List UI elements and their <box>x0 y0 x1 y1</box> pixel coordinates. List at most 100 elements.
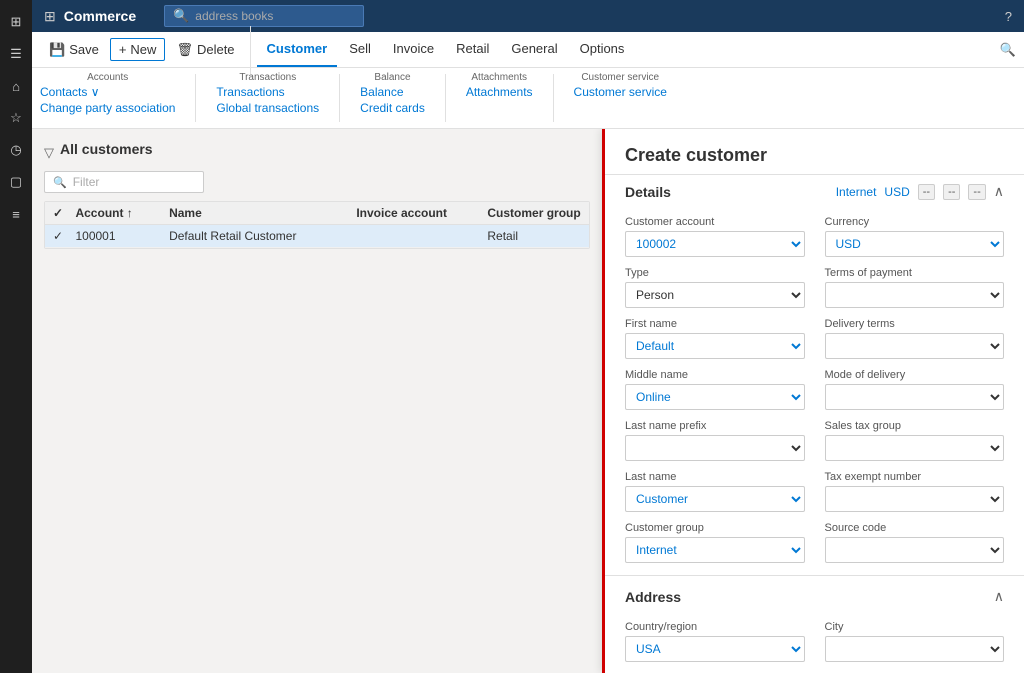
city-select[interactable] <box>825 636 1005 662</box>
credit-cards-link[interactable]: Credit cards <box>360 101 425 115</box>
col-invoice-header[interactable]: Invoice account <box>356 206 487 220</box>
first-name-select[interactable]: Default <box>625 333 805 359</box>
source-code-label: Source code <box>825 522 1005 534</box>
country-select[interactable]: USA <box>625 636 805 662</box>
row-name: Default Retail Customer <box>169 229 356 243</box>
app-name: Commerce <box>64 8 136 24</box>
tab-general[interactable]: General <box>501 32 567 67</box>
country-field: Country/region USA <box>625 621 805 662</box>
tax-exempt-label: Tax exempt number <box>825 471 1005 483</box>
delivery-terms-label: Delivery terms <box>825 318 1005 330</box>
delete-button[interactable]: 🗑 Delete <box>167 38 243 62</box>
details-action-btn-2[interactable]: -- <box>943 184 960 200</box>
sidebar-menu-icon[interactable]: ☰ <box>2 40 30 68</box>
ribbon-group-balance: Balance Balance Credit cards <box>360 72 425 115</box>
contacts-link[interactable]: Contacts ∨ <box>40 85 175 99</box>
type-select[interactable]: Person <box>625 282 805 308</box>
ribbon-action-bar: Accounts Contacts ∨ Change party associa… <box>32 68 1024 128</box>
sidebar-list-icon[interactable]: ≡ <box>2 200 30 228</box>
last-name-prefix-select[interactable] <box>625 435 805 461</box>
type-label: Type <box>625 267 805 279</box>
sales-tax-group-field: Sales tax group <box>825 420 1005 461</box>
change-party-link[interactable]: Change party association <box>40 101 175 115</box>
ribbon-divider-4 <box>445 74 446 122</box>
tab-retail[interactable]: Retail <box>446 32 499 67</box>
sales-tax-group-label: Sales tax group <box>825 420 1005 432</box>
customer-service-link[interactable]: Customer service <box>574 85 667 99</box>
col-account-header[interactable]: Account ↑ <box>75 206 169 220</box>
title-bar: ⊞ Commerce 🔍 ? <box>32 0 1024 32</box>
app-grid-icon[interactable]: ⊞ <box>44 8 56 25</box>
form-panel: Create customer Details Internet USD -- … <box>602 129 1024 673</box>
internet-link[interactable]: Internet <box>836 185 877 199</box>
last-name-select[interactable]: Customer <box>625 486 805 512</box>
table-row[interactable]: ✓ 100001 Default Retail Customer Retail <box>45 225 589 248</box>
transactions-link[interactable]: Transactions <box>216 85 319 99</box>
tab-invoice[interactable]: Invoice <box>383 32 444 67</box>
sidebar-home-icon[interactable]: ⌂ <box>2 72 30 100</box>
sidebar-grid-icon[interactable]: ⊞ <box>2 8 30 36</box>
col-name-header[interactable]: Name <box>169 206 356 220</box>
sidebar-history-icon[interactable]: ◷ <box>2 136 30 164</box>
ribbon-group-attachments: Attachments Attachments <box>466 72 533 99</box>
details-section-actions: Internet USD -- -- -- ∧ <box>836 183 1004 200</box>
mode-delivery-select[interactable] <box>825 384 1005 410</box>
tax-exempt-select[interactable] <box>825 486 1005 512</box>
first-name-field: First name Default <box>625 318 805 359</box>
sidebar-star-icon[interactable]: ☆ <box>2 104 30 132</box>
new-button[interactable]: + New <box>110 38 166 61</box>
tab-customer[interactable]: Customer <box>257 32 338 67</box>
terms-payment-select[interactable] <box>825 282 1005 308</box>
middle-name-select[interactable]: Online <box>625 384 805 410</box>
currency-select[interactable]: USD <box>825 231 1005 257</box>
balance-link[interactable]: Balance <box>360 85 425 99</box>
details-action-btn-1[interactable]: -- <box>918 184 935 200</box>
last-name-prefix-label: Last name prefix <box>625 420 805 432</box>
customer-account-select[interactable]: 100002 <box>625 231 805 257</box>
customer-group-select[interactable]: Internet <box>625 537 805 563</box>
usd-link[interactable]: USD <box>884 185 909 199</box>
city-label: City <box>825 621 1005 633</box>
customer-service-group-label: Customer service <box>574 72 667 83</box>
balance-group-label: Balance <box>360 72 425 83</box>
row-group: Retail <box>487 229 581 243</box>
details-collapse-icon[interactable]: ∧ <box>994 183 1004 200</box>
customer-account-label: Customer account <box>625 216 805 228</box>
source-code-select[interactable] <box>825 537 1005 563</box>
ribbon-group-accounts: Accounts Contacts ∨ Change party associa… <box>40 72 175 115</box>
ribbon-search-icon[interactable]: 🔍 <box>1000 42 1016 58</box>
filter-toggle-icon[interactable]: ▽ <box>44 145 54 161</box>
delivery-terms-field: Delivery terms <box>825 318 1005 359</box>
save-button[interactable]: 💾 Save <box>40 38 108 62</box>
tab-sell[interactable]: Sell <box>339 32 381 67</box>
address-collapse-icon[interactable]: ∧ <box>994 588 1004 605</box>
global-transactions-link[interactable]: Global transactions <box>216 101 319 115</box>
help-icon[interactable]: ? <box>1005 9 1012 24</box>
search-input[interactable] <box>195 9 345 23</box>
customer-group-label: Customer group <box>625 522 805 534</box>
table-header: ✓ Account ↑ Name Invoice account Custome… <box>45 202 589 225</box>
transactions-group-label: Transactions <box>216 72 319 83</box>
save-icon: 💾 <box>49 42 65 58</box>
row-account: 100001 <box>75 229 169 243</box>
search-box[interactable]: 🔍 <box>164 5 364 27</box>
row-check: ✓ <box>53 229 75 243</box>
delivery-terms-select[interactable] <box>825 333 1005 359</box>
address-form-body: Country/region USA City ZIP/postal code <box>605 613 1024 673</box>
terms-payment-field: Terms of payment <box>825 267 1005 308</box>
filter-search-icon: 🔍 <box>53 176 67 189</box>
sales-tax-group-select[interactable] <box>825 435 1005 461</box>
details-section-header: Details Internet USD -- -- -- ∧ <box>605 175 1024 208</box>
customer-group-field: Customer group Internet <box>625 522 805 563</box>
currency-label: Currency <box>825 216 1005 228</box>
filter-input[interactable] <box>73 175 193 189</box>
ribbon-divider-1 <box>250 26 251 74</box>
tab-options[interactable]: Options <box>570 32 635 67</box>
col-group-header[interactable]: Customer group <box>487 206 581 220</box>
attachments-link[interactable]: Attachments <box>466 85 533 99</box>
details-action-btn-3[interactable]: -- <box>968 184 985 200</box>
ribbon: 💾 Save + New 🗑 Delete Customer Sell Invo… <box>32 32 1024 129</box>
content-wrapper: ▽ All customers 🔍 ✓ Account ↑ Name Invoi… <box>32 129 1024 673</box>
middle-name-field: Middle name Online <box>625 369 805 410</box>
sidebar-square-icon[interactable]: ▢ <box>2 168 30 196</box>
